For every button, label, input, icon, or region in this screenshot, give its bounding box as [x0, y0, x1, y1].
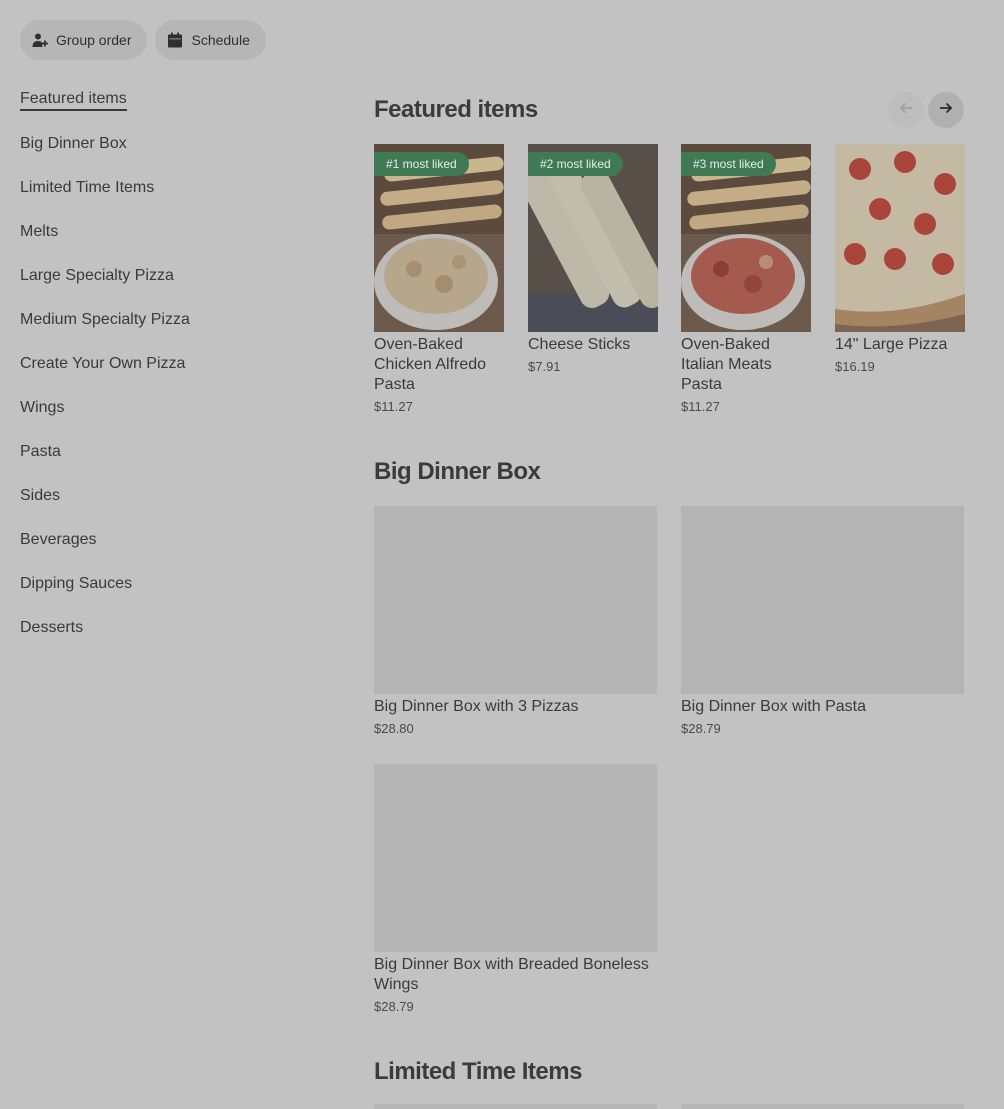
group-order-label: Group order — [56, 32, 132, 48]
item-name: Big Dinner Box with Pasta — [681, 698, 866, 715]
alfredo-pasta-image: #1 most liked — [374, 144, 504, 332]
sidebar-item-wings[interactable]: Wings — [20, 386, 280, 430]
category-sidebar: Featured items Big Dinner Box Limited Ti… — [20, 78, 280, 650]
sidebar-item-label: Medium Specialty Pizza — [20, 311, 190, 328]
sidebar-item-label: Melts — [20, 223, 59, 240]
schedule-button[interactable]: Schedule — [155, 20, 266, 60]
menu-item-card[interactable] — [374, 1104, 657, 1109]
item-image-placeholder — [681, 506, 964, 694]
carousel-prev-button[interactable] — [888, 92, 924, 128]
sidebar-item-limited-time-items[interactable]: Limited Time Items — [20, 166, 280, 210]
sidebar-item-label: Featured items — [20, 90, 127, 111]
item-image-placeholder — [374, 764, 657, 952]
item-price: $11.27 — [681, 399, 720, 414]
sidebar-item-label: Large Specialty Pizza — [20, 267, 174, 284]
big-dinner-box-section-title: Big Dinner Box — [374, 458, 541, 485]
menu-item-card[interactable] — [681, 1104, 964, 1109]
top-actions: Group order Schedule — [20, 20, 266, 60]
italian-meats-pasta-image: #3 most liked — [681, 144, 811, 332]
featured-carousel: #1 most liked Oven-Baked Chicken Alfredo… — [374, 144, 1004, 434]
calendar-icon — [167, 32, 183, 48]
sidebar-item-label: Desserts — [20, 619, 84, 636]
item-price: $28.79 — [681, 721, 721, 736]
menu-content: Featured items #1 most liked Oven-Baked … — [374, 0, 965, 1109]
item-price: $16.19 — [835, 359, 875, 374]
item-name: Oven-Baked Chicken Alfredo Pasta — [374, 336, 487, 393]
item-name: Big Dinner Box with Breaded Boneless Win… — [374, 956, 649, 993]
menu-item-card[interactable]: Big Dinner Box with Breaded Boneless Win… — [374, 764, 657, 1014]
featured-item-card[interactable]: 14" Large Pizza $16.19 — [835, 144, 965, 374]
item-price: $11.27 — [374, 399, 413, 414]
featured-item-card[interactable]: #2 most liked Cheese Sticks $7.91 — [528, 144, 658, 374]
sidebar-item-medium-specialty-pizza[interactable]: Medium Specialty Pizza — [20, 298, 280, 342]
person-add-icon — [32, 32, 48, 48]
sidebar-item-beverages[interactable]: Beverages — [20, 518, 280, 562]
arrow-left-icon — [898, 100, 914, 121]
featured-item-card[interactable]: #3 most liked Oven-Baked Italian Meats P… — [681, 144, 811, 414]
pepperoni-pizza-image — [835, 144, 965, 332]
sidebar-item-sides[interactable]: Sides — [20, 474, 280, 518]
sidebar-item-label: Beverages — [20, 531, 97, 548]
sidebar-item-create-your-own-pizza[interactable]: Create Your Own Pizza — [20, 342, 280, 386]
item-name: Oven-Baked Italian Meats Pasta — [681, 336, 772, 393]
schedule-label: Schedule — [191, 32, 250, 48]
menu-item-card[interactable]: Big Dinner Box with Pasta $28.79 — [681, 506, 964, 736]
sidebar-item-label: Create Your Own Pizza — [20, 355, 186, 372]
item-price: $28.79 — [374, 999, 414, 1014]
menu-item-card[interactable]: Big Dinner Box with 3 Pizzas $28.80 — [374, 506, 657, 736]
sidebar-item-label: Limited Time Items — [20, 179, 155, 196]
sidebar-item-large-specialty-pizza[interactable]: Large Specialty Pizza — [20, 254, 280, 298]
rank-badge: #2 most liked — [528, 152, 623, 176]
item-name: Big Dinner Box with 3 Pizzas — [374, 698, 579, 715]
sidebar-item-label: Big Dinner Box — [20, 135, 127, 152]
sidebar-item-pasta[interactable]: Pasta — [20, 430, 280, 474]
group-order-button[interactable]: Group order — [20, 20, 148, 60]
item-name: 14" Large Pizza — [835, 336, 948, 353]
sidebar-item-featured-items[interactable]: Featured items — [20, 78, 280, 122]
item-name: Cheese Sticks — [528, 336, 631, 353]
carousel-nav — [888, 92, 964, 128]
featured-item-card[interactable]: #1 most liked Oven-Baked Chicken Alfredo… — [374, 144, 504, 414]
sidebar-item-dipping-sauces[interactable]: Dipping Sauces — [20, 562, 280, 606]
sidebar-item-label: Sides — [20, 487, 61, 504]
item-price: $7.91 — [528, 359, 561, 374]
arrow-right-icon — [938, 100, 954, 121]
sidebar-item-desserts[interactable]: Desserts — [20, 606, 280, 650]
sidebar-item-label: Pasta — [20, 443, 61, 460]
cheese-sticks-image: #2 most liked — [528, 144, 658, 332]
featured-section-title: Featured items — [374, 96, 538, 123]
sidebar-item-melts[interactable]: Melts — [20, 210, 280, 254]
item-image-placeholder — [374, 506, 657, 694]
rank-badge: #1 most liked — [374, 152, 469, 176]
limited-time-section-title: Limited Time Items — [374, 1058, 582, 1085]
sidebar-item-label: Wings — [20, 399, 65, 416]
carousel-next-button[interactable] — [928, 92, 964, 128]
sidebar-item-label: Dipping Sauces — [20, 575, 133, 592]
rank-badge: #3 most liked — [681, 152, 776, 176]
item-price: $28.80 — [374, 721, 414, 736]
sidebar-item-big-dinner-box[interactable]: Big Dinner Box — [20, 122, 280, 166]
